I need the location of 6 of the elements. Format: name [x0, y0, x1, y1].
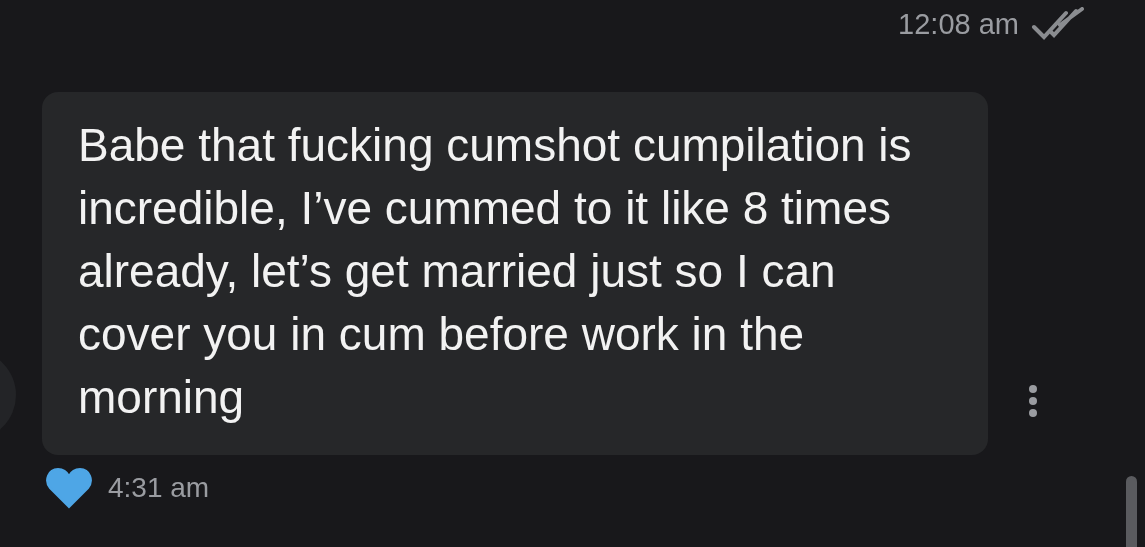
message-time: 4:31 am [108, 472, 210, 504]
message-bubble: Babe that fucking cumshot cumpilation is incredible, I’ve cummed to it like 8 times already, let’s get married just so I can cover you in cum before work in the morning [42, 92, 988, 455]
heart-icon[interactable] [46, 467, 92, 509]
more-options-icon[interactable] [1028, 385, 1038, 417]
message-time: 12:08 am [898, 7, 1019, 41]
scrollbar[interactable] [1126, 476, 1137, 547]
